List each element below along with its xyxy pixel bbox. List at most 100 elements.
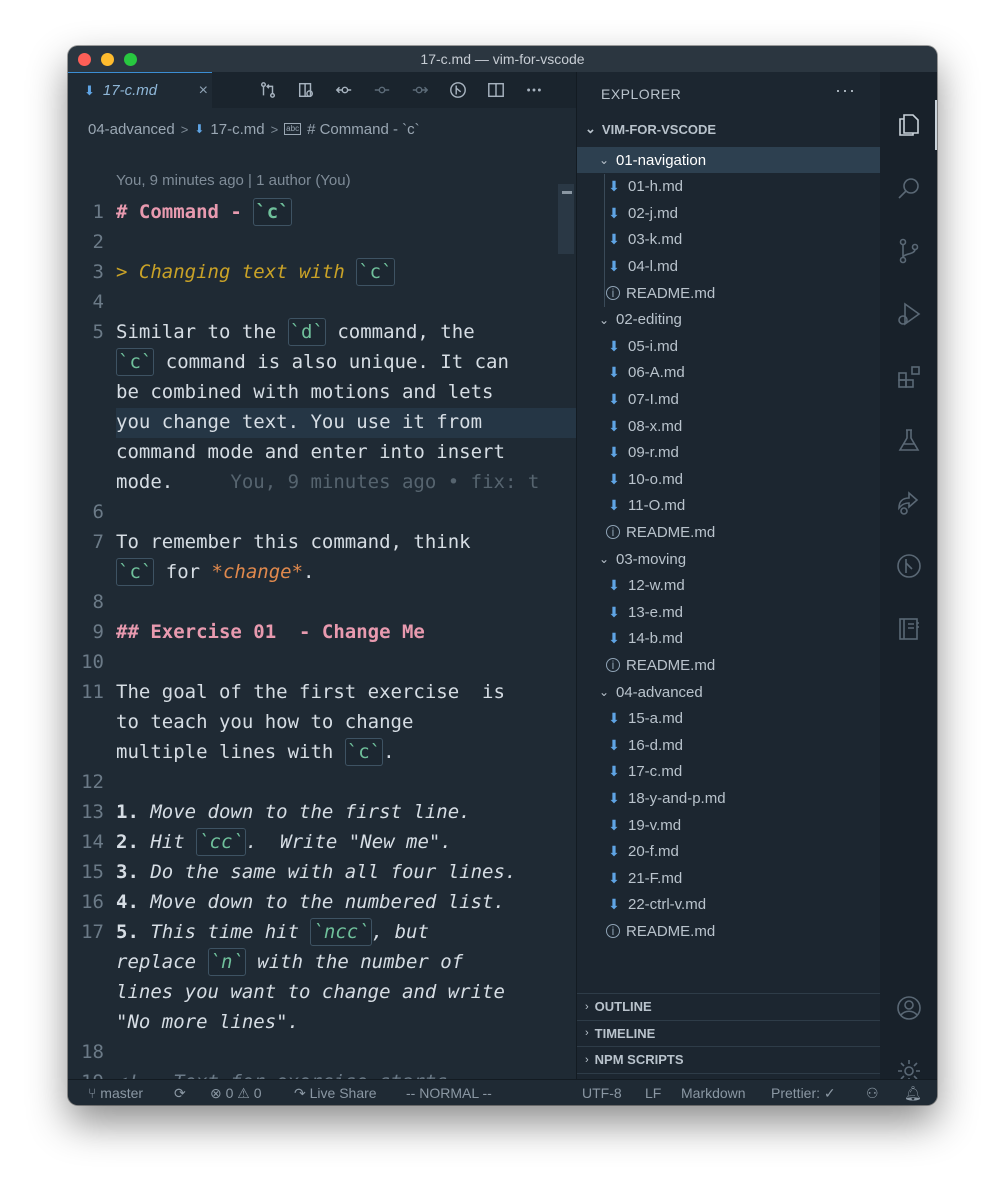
editor-toolbar xyxy=(258,72,544,108)
file-item[interactable]: ⬇ 14-b.md xyxy=(577,626,880,652)
file-item[interactable]: ⬇ 05-i.md xyxy=(577,333,880,359)
notifications-bell-icon[interactable]: 🔔︎ xyxy=(904,1080,922,1105)
previous-change-icon[interactable] xyxy=(334,80,354,100)
problems-indicator[interactable]: ⊗ 0 ⚠ 0 xyxy=(210,1080,262,1105)
folder-03-moving[interactable]: ⌄ 03-moving xyxy=(577,546,880,572)
file-item[interactable]: ⬇ 10-o.md xyxy=(577,466,880,492)
folder-01-navigation[interactable]: ⌄ 01-navigation xyxy=(577,147,880,173)
workspace-root[interactable]: ⌄ VIM-FOR-VSCODE xyxy=(585,118,716,140)
file-item[interactable]: i README.md xyxy=(577,519,880,545)
file-label: 06-A.md xyxy=(628,364,685,382)
file-item[interactable]: ⬇ 12-w.md xyxy=(577,573,880,599)
live-share-icon[interactable] xyxy=(894,488,924,518)
file-item[interactable]: ⬇ 16-d.md xyxy=(577,732,880,758)
source-control-icon[interactable] xyxy=(894,236,924,266)
branch-indicator[interactable]: ⑂ master xyxy=(88,1080,143,1105)
open-changes-icon[interactable] xyxy=(258,80,278,100)
code-line: 15 3. Do the same with all four lines. xyxy=(81,861,517,883)
encoding[interactable]: UTF-8 xyxy=(582,1080,622,1105)
split-editor-icon[interactable] xyxy=(486,80,506,100)
sync-icon[interactable]: ⟳ xyxy=(174,1080,186,1105)
testing-icon[interactable] xyxy=(894,425,924,455)
gitlens-compare-icon[interactable] xyxy=(448,80,468,100)
gitlens-icon[interactable] xyxy=(894,551,924,581)
file-label: README.md xyxy=(626,656,716,674)
section-npm-scripts[interactable]: › NPM SCRIPTS xyxy=(577,1046,880,1072)
inline-blame: You, 9 minutes ago • fix: t xyxy=(230,471,540,493)
file-item[interactable]: ⬇ 15-a.md xyxy=(577,706,880,732)
file-item[interactable]: ⬇ 19-v.md xyxy=(577,812,880,838)
folder-04-advanced[interactable]: ⌄ 04-advanced xyxy=(577,679,880,705)
file-item[interactable]: ⬇ 17-c.md xyxy=(577,759,880,785)
file-item[interactable]: ⬇ 09-r.md xyxy=(577,440,880,466)
prettier-status[interactable]: Prettier: ✓ xyxy=(771,1080,836,1105)
file-item[interactable]: ⬇ 22-ctrl-v.md xyxy=(577,892,880,918)
chevron-down-icon: ⌄ xyxy=(598,153,610,167)
account-icon[interactable] xyxy=(894,993,924,1023)
language-mode[interactable]: Markdown xyxy=(681,1080,746,1105)
info-icon: i xyxy=(606,286,620,300)
extensions-icon[interactable] xyxy=(894,362,924,392)
file-item[interactable]: ⬇ 06-A.md xyxy=(577,360,880,386)
markdown-icon: ⬇ xyxy=(608,497,620,514)
file-item[interactable]: ⬇ 01-h.md xyxy=(577,174,880,200)
file-label: 07-I.md xyxy=(628,390,679,408)
file-label: 15-a.md xyxy=(628,710,684,728)
close-window-button[interactable] xyxy=(78,53,91,66)
chevron-down-icon: ⌄ xyxy=(598,552,610,566)
feedback-icon[interactable]: ⚇ xyxy=(866,1080,879,1105)
code-line-wrap: `c` for *change*. xyxy=(68,557,576,587)
file-item[interactable]: ⬇ 18-y-and-p.md xyxy=(577,785,880,811)
markdown-icon: ⬇ xyxy=(608,736,620,753)
markdown-icon: ⬇ xyxy=(608,630,620,647)
folder-02-editing[interactable]: ⌄ 02-editing xyxy=(577,307,880,333)
file-item[interactable]: ⬇ 08-x.md xyxy=(577,413,880,439)
file-item[interactable]: ⬇ 20-f.md xyxy=(577,839,880,865)
status-bar: ⑂ master ⟳ ⊗ 0 ⚠ 0 ↷ Live Share -- NORMA… xyxy=(68,1079,937,1105)
more-actions-icon[interactable]: ··· xyxy=(835,80,856,101)
file-label: 01-h.md xyxy=(628,178,684,196)
file-label: 16-d.md xyxy=(628,736,684,754)
code-line-wrap: to teach you how to change xyxy=(116,711,414,733)
zoom-window-button[interactable] xyxy=(124,53,137,66)
error-icon: ⊗ xyxy=(210,1085,226,1101)
explorer-title: EXPLORER xyxy=(601,86,682,102)
code-line: 8 xyxy=(92,591,104,613)
breadcrumb-symbol[interactable]: # Command - `c` xyxy=(307,121,420,138)
more-actions-icon[interactable] xyxy=(524,80,544,100)
file-item[interactable]: ⬇ 02-j.md xyxy=(577,200,880,226)
code-line: 12 xyxy=(81,771,104,793)
code-line: 1 # Command - `c` xyxy=(68,197,576,227)
section-outline[interactable]: › OUTLINE xyxy=(577,993,880,1019)
live-share-button[interactable]: ↷ Live Share xyxy=(294,1080,377,1105)
file-item[interactable]: i README.md xyxy=(577,280,880,306)
tab-17-c-md[interactable]: ⬇ 17-c.md × xyxy=(68,72,212,108)
file-item[interactable]: ⬇ 04-l.md xyxy=(577,253,880,279)
gitlens-codelens[interactable]: You, 9 minutes ago | 1 author (You) xyxy=(116,172,351,189)
notebook-icon[interactable] xyxy=(894,614,924,644)
explorer-icon[interactable] xyxy=(894,110,924,140)
section-timeline[interactable]: › TIMELINE xyxy=(577,1019,880,1046)
breadcrumb: 04-advanced > ⬇ 17-c.md > abc # Command … xyxy=(88,118,420,140)
open-preview-icon[interactable] xyxy=(296,80,316,100)
scrollbar-slider[interactable] xyxy=(558,184,574,254)
search-icon[interactable] xyxy=(894,173,924,203)
file-item[interactable]: ⬇ 11-O.md xyxy=(577,493,880,519)
markdown-icon: ⬇ xyxy=(608,816,620,833)
code-line: 10 xyxy=(81,651,104,673)
file-item[interactable]: ⬇ 13-e.md xyxy=(577,599,880,625)
file-label: 20-f.md xyxy=(628,843,679,861)
end-of-line[interactable]: LF xyxy=(645,1080,661,1105)
file-item[interactable]: ⬇ 07-I.md xyxy=(577,386,880,412)
run-debug-icon[interactable] xyxy=(894,299,924,329)
file-item[interactable]: i README.md xyxy=(577,652,880,678)
markdown-icon: ⬇ xyxy=(608,390,620,407)
breadcrumb-folder[interactable]: 04-advanced xyxy=(88,121,175,138)
chevron-right-icon: > xyxy=(180,121,189,137)
minimize-window-button[interactable] xyxy=(101,53,114,66)
close-tab-icon[interactable]: × xyxy=(199,82,208,100)
file-item[interactable]: i README.md xyxy=(577,918,880,944)
file-item[interactable]: ⬇ 21-F.md xyxy=(577,865,880,891)
file-item[interactable]: ⬇ 03-k.md xyxy=(577,227,880,253)
breadcrumb-file[interactable]: 17-c.md xyxy=(210,121,264,138)
